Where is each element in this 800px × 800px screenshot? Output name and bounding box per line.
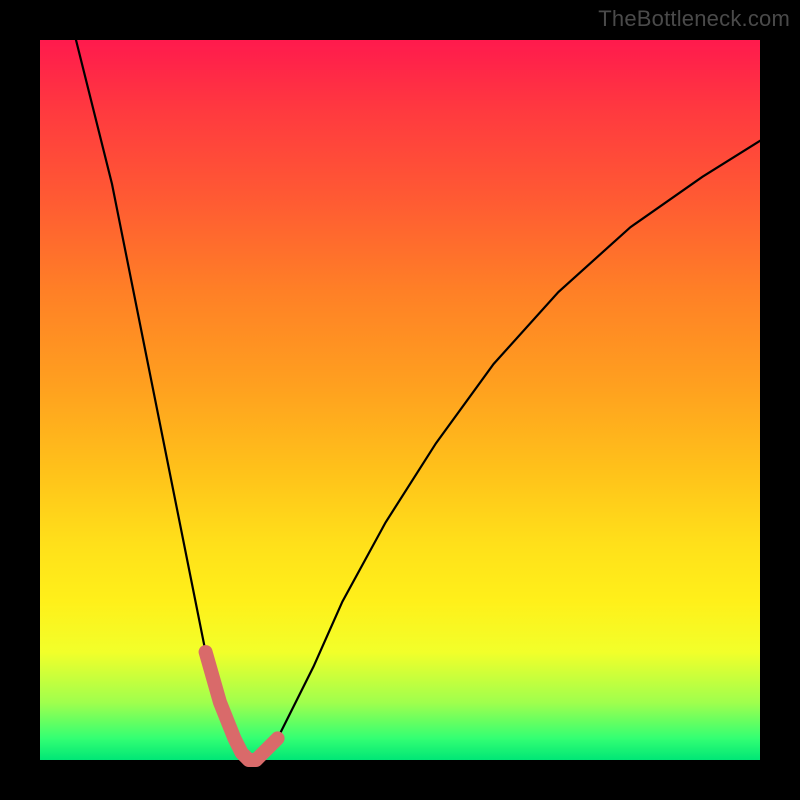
watermark-text: TheBottleneck.com <box>598 6 790 32</box>
curve-svg <box>40 40 760 760</box>
plot-area <box>40 40 760 760</box>
bottleneck-curve-line <box>76 40 760 760</box>
marker-region-line <box>206 652 278 760</box>
chart-frame: TheBottleneck.com <box>0 0 800 800</box>
